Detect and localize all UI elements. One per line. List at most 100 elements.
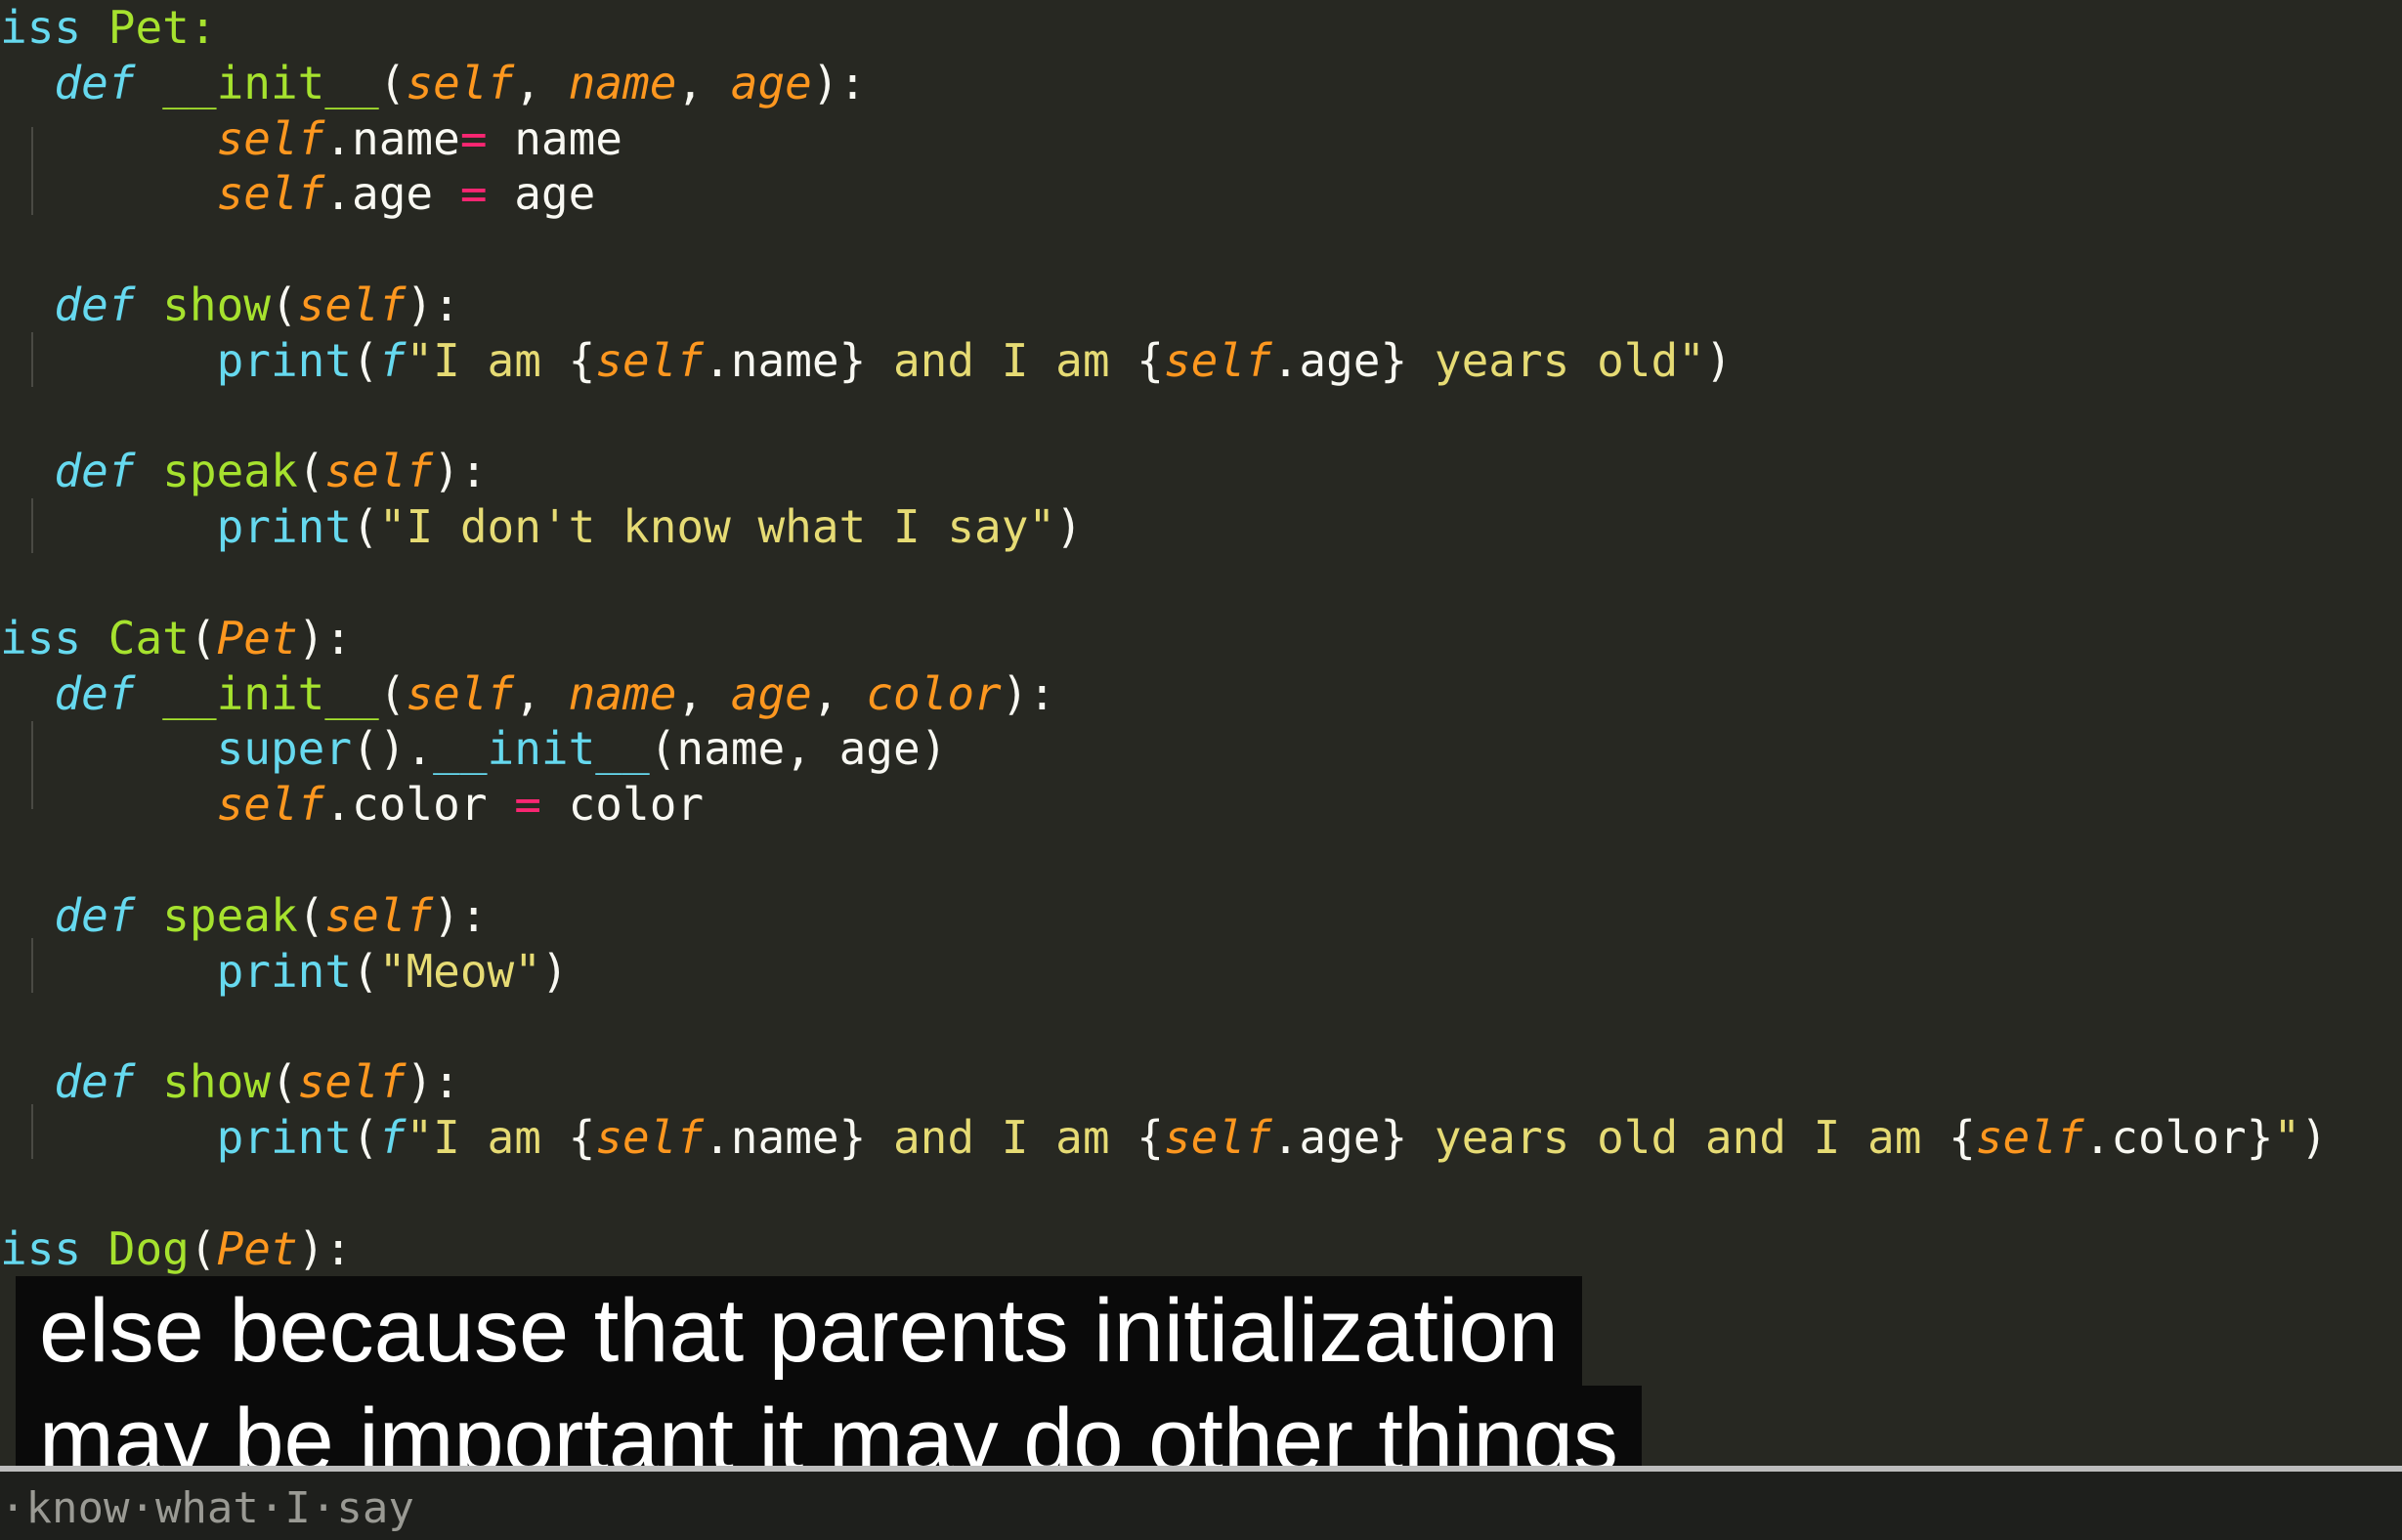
code-token: self: [406, 56, 515, 109]
code-line[interactable]: def show(self):: [0, 278, 459, 332]
code-token: name: [487, 111, 623, 165]
code-token: .age: [324, 167, 460, 221]
code-token: ,: [514, 56, 569, 109]
code-line[interactable]: print("Meow"): [0, 944, 569, 999]
code-line[interactable]: iss Pet:: [0, 0, 217, 55]
code-token: self: [216, 778, 325, 832]
code-token: def: [54, 278, 136, 331]
code-token: self: [297, 1055, 407, 1109]
code-token: print: [216, 944, 353, 998]
code-line[interactable]: print(f"I am {self.name} and I am {self.…: [0, 1110, 2328, 1165]
code-line[interactable]: def speak(self):: [0, 888, 488, 943]
code-token: self: [297, 278, 407, 331]
code-line[interactable]: def __init__(self, name, age, color):: [0, 666, 1055, 721]
code-token: "I am: [406, 333, 569, 387]
code-line[interactable]: super().__init__(name, age): [0, 721, 948, 776]
code-token: iss: [0, 611, 82, 664]
code-token: =: [459, 167, 488, 221]
code-token: ): [540, 944, 569, 998]
code-line[interactable]: iss Cat(Pet):: [0, 611, 352, 665]
code-token: age: [730, 666, 812, 720]
code-token: print: [216, 1111, 353, 1164]
code-token: (: [270, 1055, 298, 1109]
code-token: {: [1137, 333, 1164, 387]
code-token: age: [730, 56, 812, 109]
code-token: self: [1975, 1111, 2084, 1164]
code-token: .age}: [1271, 1111, 1408, 1164]
code-token: ):: [811, 56, 867, 109]
code-token: .name}: [704, 333, 867, 387]
code-token: Cat: [81, 611, 190, 664]
code-token: {: [568, 333, 596, 387]
code-token: {: [1137, 1111, 1164, 1164]
code-token: def: [54, 56, 136, 109]
code-line[interactable]: iss Dog(Pet):: [0, 1221, 352, 1276]
code-line[interactable]: self.color = color: [0, 777, 705, 832]
code-token: color: [540, 778, 705, 832]
caption-line-1: else because that parents initialization: [16, 1276, 1582, 1386]
code-token: ):: [297, 611, 353, 664]
code-token: ): [2300, 1111, 2328, 1164]
code-token: ):: [1001, 666, 1056, 720]
code-token: f: [378, 1111, 407, 1164]
code-token: self: [595, 1111, 705, 1164]
code-token: Pet: [216, 1221, 298, 1275]
code-token: self: [324, 888, 434, 942]
code-line[interactable]: self.name= name: [0, 111, 622, 166]
code-token: ):: [433, 888, 488, 942]
code-token: (name, age): [649, 722, 948, 776]
code-line[interactable]: def show(self):: [0, 1054, 459, 1109]
code-token: ,: [811, 666, 867, 720]
find-text[interactable]: ·know·what·I·say: [0, 1483, 414, 1533]
code-editor[interactable]: iss Pet: def __init__(self, name, age): …: [0, 0, 2402, 1466]
code-token: years old": [1407, 333, 1705, 387]
code-token: speak: [162, 445, 298, 498]
code-line[interactable]: print(f"I am {self.name} and I am {self.…: [0, 333, 1733, 388]
code-token: (: [378, 666, 407, 720]
code-line[interactable]: self.age = age: [0, 166, 596, 221]
code-token: (: [352, 1111, 379, 1164]
code-token: iss: [0, 1221, 82, 1275]
code-token: name: [568, 666, 677, 720]
code-token: =: [514, 778, 541, 832]
code-token: self: [406, 666, 515, 720]
code-token: super: [216, 722, 353, 776]
code-token: "I am: [406, 1111, 569, 1164]
code-token: Pet: [216, 611, 298, 664]
code-line[interactable]: def speak(self):: [0, 444, 487, 498]
code-token: ,: [676, 56, 731, 109]
code-token: {: [1949, 1111, 1976, 1164]
code-token: "I don't know what I say": [378, 500, 1056, 554]
code-token: self: [1163, 1111, 1272, 1164]
code-token: years old and I am: [1407, 1111, 1950, 1164]
code-token: self: [324, 445, 434, 498]
code-token: (: [297, 445, 325, 498]
code-token: self: [216, 111, 325, 165]
code-line[interactable]: def __init__(self, name, age):: [0, 56, 866, 110]
code-line[interactable]: print("I don't know what I say"): [0, 499, 1083, 554]
code-token: def: [54, 888, 136, 942]
code-token: __init__: [162, 56, 379, 109]
code-token: "Meow": [378, 944, 541, 998]
code-token: and I am: [866, 333, 1137, 387]
status-bar: ·know·what·I·say: [0, 1466, 2402, 1540]
code-token: (: [352, 500, 379, 554]
code-token: .name}: [704, 1111, 867, 1164]
code-token: color: [866, 666, 1002, 720]
code-token: print: [216, 333, 353, 387]
